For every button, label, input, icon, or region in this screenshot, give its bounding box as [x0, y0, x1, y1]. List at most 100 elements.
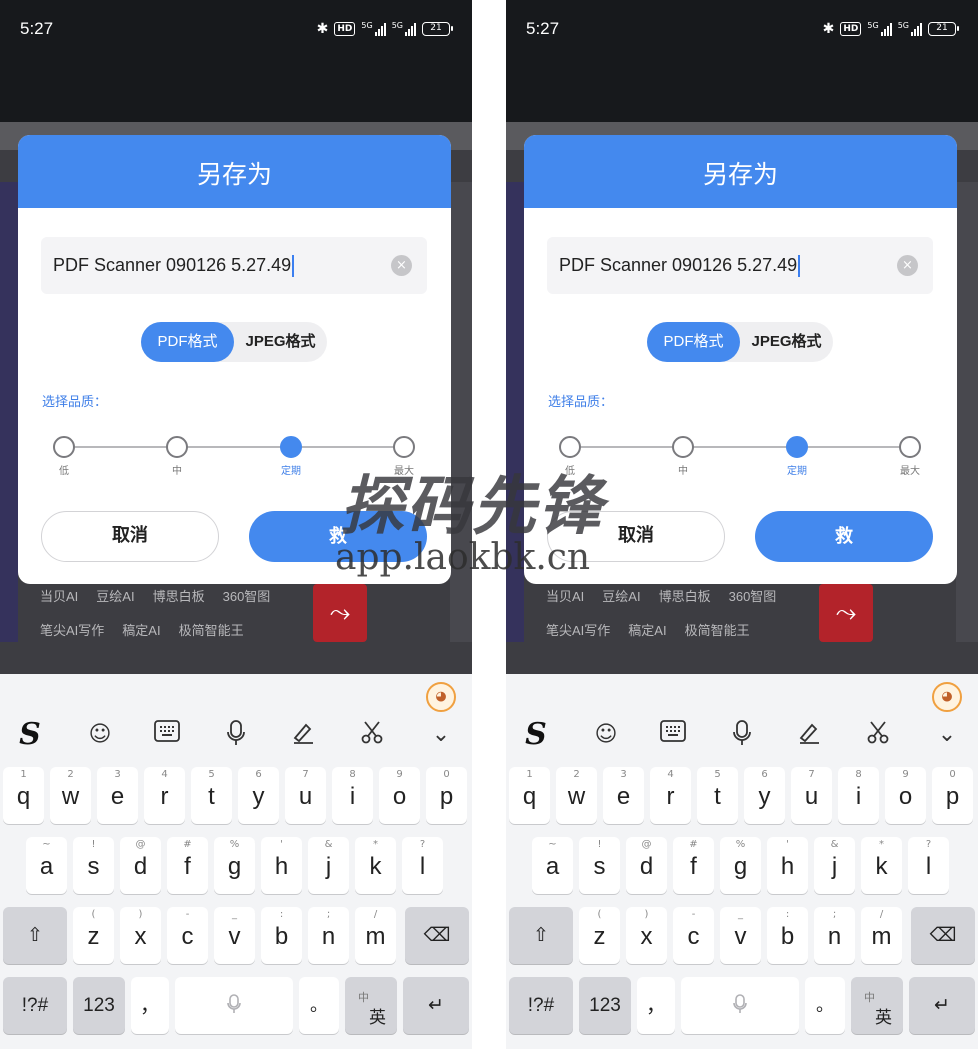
space-key[interactable]: [175, 977, 293, 1034]
scissors-icon[interactable]: [861, 720, 895, 750]
period-key[interactable]: 。: [805, 977, 845, 1034]
key-z[interactable]: (z: [579, 907, 620, 964]
key-l[interactable]: ? l: [908, 837, 949, 894]
quality-option-low[interactable]: [559, 436, 581, 458]
jpeg-format-option[interactable]: JPEG格式: [234, 322, 327, 362]
key-d[interactable]: @ d: [626, 837, 667, 894]
sogou-logo-icon[interactable]: S: [519, 720, 553, 750]
key-u[interactable]: 7u: [285, 767, 326, 824]
key-q[interactable]: 1q: [3, 767, 44, 824]
key-k[interactable]: * k: [861, 837, 902, 894]
emoji-icon[interactable]: ☺: [83, 720, 117, 750]
comma-key[interactable]: ，: [637, 977, 675, 1034]
key-c[interactable]: -c: [673, 907, 714, 964]
save-button[interactable]: 救: [249, 511, 427, 562]
key-j[interactable]: & j: [308, 837, 349, 894]
key-g[interactable]: % g: [720, 837, 761, 894]
key-o[interactable]: 9o: [379, 767, 420, 824]
key-a[interactable]: ~ a: [26, 837, 67, 894]
key-v[interactable]: _ v: [214, 907, 255, 964]
key-j[interactable]: & j: [814, 837, 855, 894]
filename-input[interactable]: PDF Scanner 090126 5.27.49 ×: [41, 237, 427, 294]
jpeg-format-option[interactable]: JPEG格式: [740, 322, 833, 362]
clear-icon[interactable]: ×: [897, 255, 918, 276]
key-w[interactable]: 2w: [556, 767, 597, 824]
mascot-icon[interactable]: ◕: [932, 682, 962, 712]
key-n[interactable]: ; n: [814, 907, 855, 964]
key-r[interactable]: 4r: [650, 767, 691, 824]
quality-option-low[interactable]: [53, 436, 75, 458]
key-q[interactable]: 1q: [509, 767, 550, 824]
key-f[interactable]: # f: [673, 837, 714, 894]
enter-key[interactable]: ↵: [403, 977, 469, 1034]
key-u[interactable]: 7u: [791, 767, 832, 824]
key-g[interactable]: % g: [214, 837, 255, 894]
numbers-key[interactable]: 123: [579, 977, 631, 1034]
key-e[interactable]: 3e: [603, 767, 644, 824]
pdf-format-option[interactable]: PDF格式: [141, 322, 234, 362]
collapse-chevron-icon[interactable]: ⌄: [930, 720, 964, 750]
key-w[interactable]: 2w: [50, 767, 91, 824]
key-k[interactable]: * k: [355, 837, 396, 894]
key-r[interactable]: 4r: [144, 767, 185, 824]
mascot-icon[interactable]: ◕: [426, 682, 456, 712]
key-d[interactable]: @ d: [120, 837, 161, 894]
quality-option-selected[interactable]: [786, 436, 808, 458]
quality-option-selected[interactable]: [280, 436, 302, 458]
numbers-key[interactable]: 123: [73, 977, 125, 1034]
key-i[interactable]: 8i: [838, 767, 879, 824]
backspace-key[interactable]: ⌫: [911, 907, 975, 964]
key-e[interactable]: 3e: [97, 767, 138, 824]
pdf-format-option[interactable]: PDF格式: [647, 322, 740, 362]
handwriting-icon[interactable]: [286, 720, 320, 750]
key-a[interactable]: ~ a: [532, 837, 573, 894]
quality-slider-track[interactable]: [568, 446, 910, 448]
key-t[interactable]: 5t: [191, 767, 232, 824]
keyboard-icon[interactable]: [656, 720, 690, 750]
shift-key[interactable]: ⇧: [3, 907, 67, 964]
collapse-chevron-icon[interactable]: ⌄: [424, 720, 458, 750]
scissors-icon[interactable]: [355, 720, 389, 750]
key-m[interactable]: / m: [355, 907, 396, 964]
period-key[interactable]: 。: [299, 977, 339, 1034]
key-p[interactable]: 0p: [426, 767, 467, 824]
clear-icon[interactable]: ×: [391, 255, 412, 276]
language-switch-key[interactable]: 中英: [345, 977, 397, 1034]
enter-key[interactable]: ↵: [909, 977, 975, 1034]
key-f[interactable]: # f: [167, 837, 208, 894]
key-m[interactable]: / m: [861, 907, 902, 964]
key-y[interactable]: 6y: [744, 767, 785, 824]
key-n[interactable]: ; n: [308, 907, 349, 964]
comma-key[interactable]: ，: [131, 977, 169, 1034]
key-z[interactable]: (z: [73, 907, 114, 964]
key-i[interactable]: 8i: [332, 767, 373, 824]
emoji-icon[interactable]: ☺: [589, 720, 623, 750]
key-x[interactable]: ) x: [626, 907, 667, 964]
key-t[interactable]: 5t: [697, 767, 738, 824]
microphone-icon[interactable]: [725, 720, 759, 750]
cancel-button[interactable]: 取消: [41, 511, 219, 562]
key-v[interactable]: _ v: [720, 907, 761, 964]
key-l[interactable]: ? l: [402, 837, 443, 894]
cancel-button[interactable]: 取消: [547, 511, 725, 562]
sogou-logo-icon[interactable]: S: [13, 720, 47, 750]
key-h[interactable]: ' h: [767, 837, 808, 894]
backspace-key[interactable]: ⌫: [405, 907, 469, 964]
key-s[interactable]: ! s: [579, 837, 620, 894]
quality-slider-track[interactable]: [62, 446, 404, 448]
filename-input[interactable]: PDF Scanner 090126 5.27.49 ×: [547, 237, 933, 294]
keyboard-icon[interactable]: [150, 720, 184, 750]
key-o[interactable]: 9o: [885, 767, 926, 824]
save-button[interactable]: 救: [755, 511, 933, 562]
quality-option-max[interactable]: [899, 436, 921, 458]
key-s[interactable]: ! s: [73, 837, 114, 894]
shift-key[interactable]: ⇧: [509, 907, 573, 964]
handwriting-icon[interactable]: [792, 720, 826, 750]
microphone-icon[interactable]: [219, 720, 253, 750]
quality-option-max[interactable]: [393, 436, 415, 458]
quality-option-medium[interactable]: [672, 436, 694, 458]
quality-option-medium[interactable]: [166, 436, 188, 458]
language-switch-key[interactable]: 中英: [851, 977, 903, 1034]
key-b[interactable]: :b: [261, 907, 302, 964]
symbols-key[interactable]: !?#: [3, 977, 67, 1034]
